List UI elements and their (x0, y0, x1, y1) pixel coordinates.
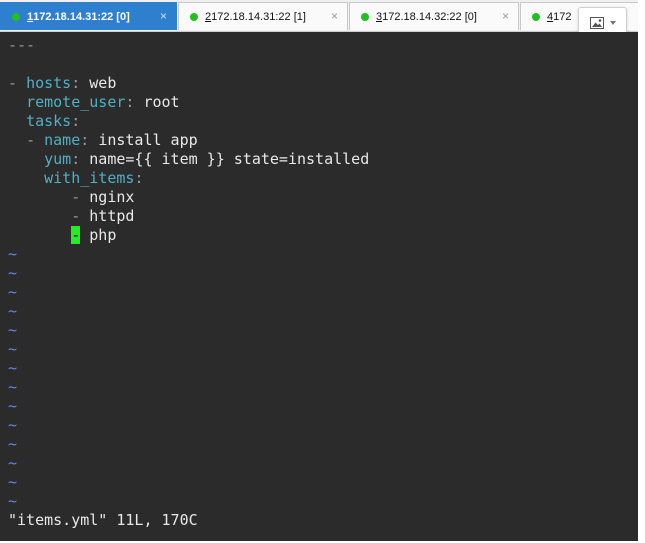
editor-token: : (80, 131, 99, 149)
image-icon (589, 16, 604, 29)
editor-token: name (44, 131, 81, 149)
tab-label: 172.18.14.31:22 [1] (211, 10, 306, 23)
editor-token: php (89, 226, 117, 244)
editor-token (8, 131, 26, 149)
editor-token: remote_user (26, 93, 126, 111)
close-tab-icon[interactable]: × (502, 9, 509, 23)
connection-status-icon (532, 12, 540, 21)
editor-line: tasks: (8, 112, 80, 131)
editor-token (8, 207, 71, 225)
empty-line-marker: ~ (8, 435, 18, 453)
close-tab-icon[interactable]: × (331, 9, 338, 23)
connection-status-icon (190, 12, 198, 21)
editor-line: - nginx (8, 188, 134, 207)
session-tab-bar: 1 172.18.14.31:22 [0] × 2 172.18.14.31:22 … (0, 0, 638, 32)
text-cursor: - (71, 226, 81, 244)
empty-line-marker: ~ (8, 321, 18, 339)
editor-token: hosts (26, 74, 72, 92)
editor-token: tasks (26, 112, 72, 130)
editor-token (8, 112, 26, 130)
editor-token: - (71, 207, 90, 225)
empty-line-marker: ~ (8, 454, 18, 472)
connection-status-icon (361, 12, 369, 21)
editor-token: with_items (44, 169, 135, 187)
tab-label: 172.18.14.31:22 [0] (33, 10, 130, 23)
empty-line-marker: ~ (8, 245, 18, 263)
empty-line-marker: ~ (8, 340, 18, 358)
editor-line: - httpd (8, 207, 134, 226)
editor-token: nginx (89, 188, 135, 206)
editor-token: --- (8, 36, 36, 54)
editor-token: name={{ item }} state=installed (89, 150, 370, 168)
editor-token: web (89, 74, 117, 92)
chevron-down-icon (609, 20, 616, 25)
editor-token: : (71, 150, 90, 168)
tab-label: 172 (553, 10, 572, 23)
editor-token: : (71, 74, 90, 92)
editor-token: root (143, 93, 180, 111)
empty-line-marker: ~ (8, 397, 18, 415)
editor-line: with_items: (8, 169, 143, 188)
editor-line: --- (8, 36, 35, 55)
empty-line-marker: ~ (8, 492, 18, 510)
empty-line-marker: ~ (8, 416, 18, 434)
vim-status-line: "items.yml" 11L, 170C (8, 511, 198, 529)
session-tab-2[interactable]: 2 172.18.14.31:22 [1] × (178, 2, 348, 30)
editor-token: - (26, 131, 45, 149)
terminal-editor[interactable]: "items.yml" 11L, 170C --- - hosts: web re… (0, 32, 638, 541)
close-tab-icon[interactable]: × (160, 9, 167, 23)
editor-token (8, 188, 71, 206)
editor-token (8, 150, 44, 168)
terminal-window: 1 172.18.14.31:22 [0] × 2 172.18.14.31:22 … (0, 0, 638, 543)
editor-token: : (134, 169, 144, 187)
editor-line: - hosts: web (8, 74, 116, 93)
tab-label: 172.18.14.32:22 [0] (382, 10, 477, 23)
empty-line-marker: ~ (8, 378, 18, 396)
session-tab-1[interactable]: 1 172.18.14.31:22 [0] × (0, 2, 177, 30)
editor-line: - php (8, 226, 116, 245)
editor-token: - (71, 188, 90, 206)
connection-status-icon (12, 12, 20, 21)
editor-line: - name: install app (8, 131, 198, 150)
editor-token: install app (98, 131, 198, 149)
editor-token: - (8, 74, 27, 92)
editor-token: yum (44, 150, 72, 168)
empty-line-marker: ~ (8, 473, 18, 491)
empty-line-marker: ~ (8, 264, 18, 282)
editor-token (8, 226, 71, 244)
empty-line-marker: ~ (8, 359, 18, 377)
session-tab-3[interactable]: 3 172.18.14.32:22 [0] × (349, 2, 519, 30)
editor-token (80, 226, 89, 244)
empty-line-marker: ~ (8, 302, 18, 320)
empty-line-marker: ~ (8, 283, 18, 301)
editor-token (8, 169, 44, 187)
editor-token: httpd (89, 207, 135, 225)
editor-token: : (71, 112, 81, 130)
editor-token (8, 93, 26, 111)
editor-line: yum: name={{ item }} state=installed (8, 150, 369, 169)
editor-token: : (125, 93, 144, 111)
editor-line: remote_user: root (8, 93, 180, 112)
